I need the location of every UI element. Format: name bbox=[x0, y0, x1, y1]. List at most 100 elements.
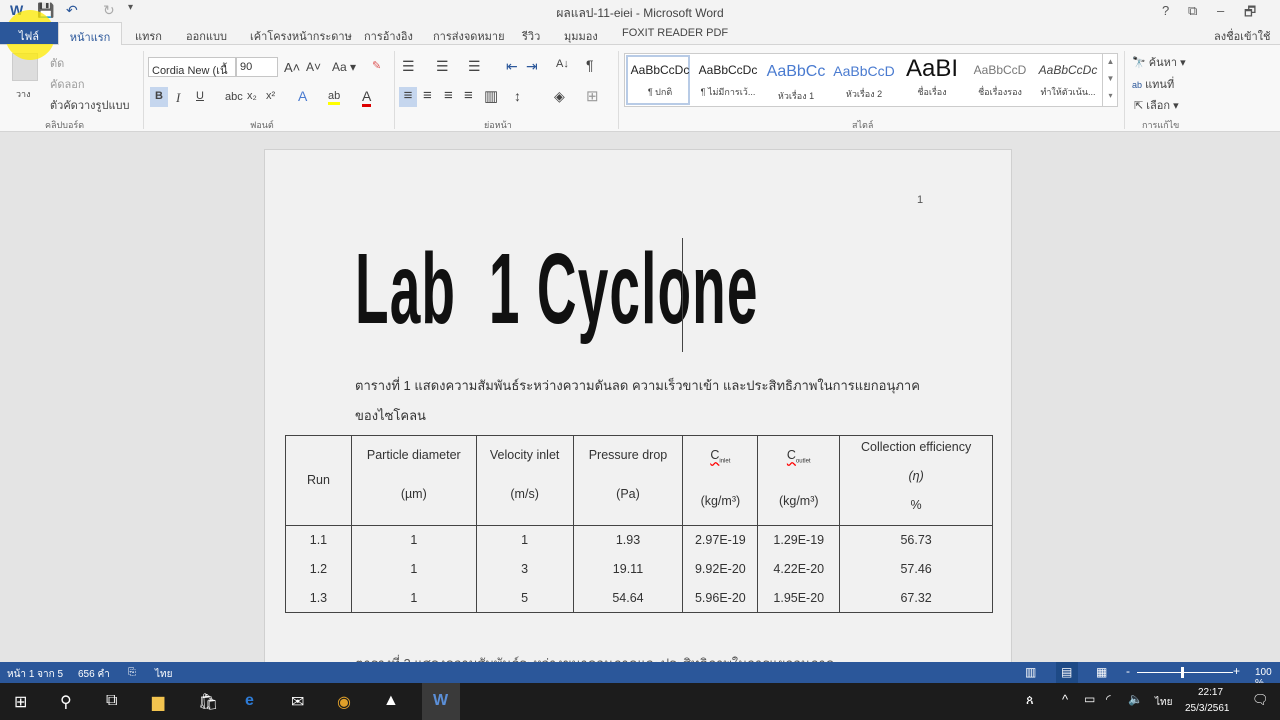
document-page[interactable]: 1 Lab 1 Cyclone ตารางที่ 1 แสดงความสัมพั… bbox=[264, 149, 1012, 662]
font-size-select[interactable]: 90 bbox=[236, 57, 278, 77]
align-left-button[interactable]: ≡ bbox=[399, 87, 417, 107]
text-effects-button[interactable]: A bbox=[298, 88, 307, 104]
table-cell[interactable]: 1 bbox=[350, 583, 477, 613]
wifi-icon[interactable]: ◜ bbox=[1106, 692, 1111, 706]
sign-in-link[interactable]: ลงชื่อเข้าใช้ bbox=[1214, 27, 1270, 45]
borders-button[interactable]: ⊞ bbox=[586, 87, 599, 105]
font-color-button[interactable]: A bbox=[362, 88, 372, 107]
tab-layout[interactable]: เค้าโครงหน้ากระดาษ bbox=[250, 27, 352, 45]
sort-button[interactable]: A↓ bbox=[556, 58, 569, 70]
language-indicator[interactable]: ไทย bbox=[155, 667, 172, 682]
table-cell[interactable]: 1.1 bbox=[285, 525, 352, 555]
table-cell[interactable]: 5.96E-20 bbox=[682, 583, 759, 613]
strikethrough-button[interactable]: abc bbox=[225, 91, 243, 103]
volume-icon[interactable]: 🔈 bbox=[1128, 692, 1143, 706]
table-cell[interactable]: 1 bbox=[350, 554, 477, 584]
paste-button[interactable]: วาง bbox=[16, 87, 31, 101]
store-icon[interactable]: 🛍 bbox=[198, 692, 218, 712]
table-cell[interactable]: 4.22E-20 bbox=[757, 554, 841, 584]
photos-icon[interactable]: ▲ bbox=[383, 692, 399, 710]
style-item[interactable]: AaBbCcD ชื่อเรื่องรอง bbox=[966, 63, 1034, 99]
help-button[interactable]: ? bbox=[1162, 3, 1169, 18]
table-cell[interactable]: 56.73 bbox=[839, 525, 993, 555]
replace-button[interactable]: ab แทนที่ bbox=[1132, 75, 1174, 93]
format-painter-button[interactable]: ตัวคัดวางรูปแบบ bbox=[50, 96, 130, 114]
table-cell[interactable]: 3 bbox=[475, 554, 574, 584]
style-item[interactable]: AaBI ชื่อเรื่อง bbox=[898, 55, 966, 99]
table-cell[interactable]: 1.29E-19 bbox=[757, 525, 841, 555]
start-icon[interactable]: ⊞ bbox=[14, 692, 27, 712]
word-taskbar-icon[interactable]: W bbox=[422, 683, 460, 720]
task-view-icon[interactable]: ⧉ bbox=[106, 692, 117, 710]
zoom-out-button[interactable]: - bbox=[1126, 664, 1130, 678]
find-button[interactable]: 🔭 ค้นหา ▾ bbox=[1132, 53, 1186, 71]
tab-file[interactable]: ไฟล์ bbox=[0, 22, 58, 44]
tab-design[interactable]: ออกแบบ bbox=[186, 27, 227, 45]
results-table[interactable]: Run Particle diameter (µm) Velocity inlet (m… bbox=[285, 435, 993, 613]
shrink-font-button[interactable]: A˅ bbox=[306, 60, 321, 74]
minimize-button[interactable]: – bbox=[1217, 3, 1224, 18]
line-spacing-button[interactable]: ↕ bbox=[514, 88, 521, 104]
clock-date[interactable]: 25/3/2561 bbox=[1185, 703, 1230, 714]
next-table-caption[interactable]: ตารางที่ 2 แสดงความสัมพันธ์ระหว่างขนาดอน… bbox=[355, 653, 834, 662]
table-cell[interactable]: 5 bbox=[475, 583, 574, 613]
tab-references[interactable]: การอ้างอิง bbox=[364, 27, 413, 45]
show-hidden-icon[interactable]: ^ bbox=[1062, 692, 1068, 707]
justify-button[interactable]: ≡ bbox=[464, 87, 473, 104]
table-cell[interactable]: 19.11 bbox=[572, 554, 684, 584]
table-caption-line2[interactable]: ของไซโคลน bbox=[355, 405, 426, 426]
chrome-icon[interactable]: ◉ bbox=[337, 692, 351, 712]
table-cell[interactable]: 2.97E-19 bbox=[682, 525, 759, 555]
file-explorer-icon[interactable]: ▆ bbox=[152, 692, 164, 712]
zoom-in-button[interactable]: + bbox=[1233, 664, 1240, 678]
notifications-icon[interactable]: 🗨 bbox=[1252, 692, 1269, 708]
edge-icon[interactable]: e bbox=[245, 692, 254, 710]
decrease-indent-button[interactable]: ⇤ bbox=[506, 58, 518, 75]
read-mode-icon[interactable]: ▥ bbox=[1025, 665, 1036, 679]
shading-button[interactable]: ◈ bbox=[554, 88, 565, 105]
columns-button[interactable]: ▥ bbox=[484, 87, 498, 105]
tab-insert[interactable]: แทรก bbox=[135, 27, 162, 45]
ribbon-display-button[interactable]: ⧉ bbox=[1188, 3, 1197, 19]
zoom-slider[interactable] bbox=[1137, 672, 1233, 673]
tab-foxit[interactable]: FOXIT READER PDF bbox=[622, 27, 728, 39]
align-right-button[interactable]: ≡ bbox=[444, 87, 453, 104]
table-cell[interactable]: 9.92E-20 bbox=[682, 554, 759, 584]
tab-view[interactable]: มุมมอง bbox=[564, 27, 598, 45]
bold-button[interactable]: B bbox=[150, 87, 168, 107]
search-icon[interactable]: ⚲ bbox=[60, 692, 72, 712]
page-count[interactable]: หน้า 1 จาก 5 bbox=[7, 667, 63, 682]
proofing-icon[interactable]: ⎘ bbox=[128, 667, 136, 678]
select-button[interactable]: ⇱ เลือก ▾ bbox=[1134, 96, 1179, 114]
style-item[interactable]: AaBbCcDc ¶ ไม่มีการเว้... bbox=[694, 63, 762, 99]
change-case-button[interactable]: Aa ▾ bbox=[332, 60, 356, 74]
superscript-button[interactable]: x² bbox=[266, 90, 275, 102]
styles-scroll[interactable]: ▲ ▼ ▾ bbox=[1102, 53, 1118, 107]
word-count[interactable]: 656 คำ bbox=[78, 667, 110, 682]
table-caption-line1[interactable]: ตารางที่ 1 แสดงความสัมพันธ์ระหว่างความดั… bbox=[355, 375, 920, 396]
table-cell[interactable]: 57.46 bbox=[839, 554, 993, 584]
document-title[interactable]: Lab 1 Cyclone bbox=[355, 232, 759, 347]
font-name-select[interactable]: Cordia New (เนื้ bbox=[148, 57, 236, 77]
input-language[interactable]: ไทย bbox=[1155, 695, 1172, 710]
people-icon[interactable]: ጰ bbox=[1026, 692, 1034, 708]
clock-time[interactable]: 22:17 bbox=[1198, 687, 1223, 698]
table-cell[interactable]: 1.3 bbox=[285, 583, 352, 613]
tab-review[interactable]: รีวิว bbox=[522, 27, 540, 45]
style-item[interactable]: AaBbCcD หัวเรื่อง 2 bbox=[830, 63, 898, 101]
bullets-button[interactable]: ☰ bbox=[402, 58, 415, 75]
style-item[interactable]: AaBbCcDc ¶ ปกติ bbox=[626, 63, 694, 99]
subscript-button[interactable]: x₂ bbox=[247, 90, 257, 102]
cut-button[interactable]: ตัด bbox=[50, 54, 64, 72]
center-button[interactable]: ≡ bbox=[423, 87, 432, 104]
tab-mailings[interactable]: การส่งจดหมาย bbox=[433, 27, 505, 45]
mail-icon[interactable]: ✉ bbox=[291, 692, 304, 712]
table-cell[interactable]: 1.2 bbox=[285, 554, 352, 584]
italic-button[interactable]: I bbox=[176, 90, 180, 106]
table-cell[interactable]: 54.64 bbox=[572, 583, 684, 613]
show-marks-button[interactable]: ¶ bbox=[586, 57, 594, 73]
table-cell[interactable]: 1 bbox=[350, 525, 477, 555]
highlight-button[interactable]: ab bbox=[328, 90, 341, 105]
table-cell[interactable]: 1 bbox=[475, 525, 574, 555]
copy-button[interactable]: คัดลอก bbox=[50, 75, 85, 93]
